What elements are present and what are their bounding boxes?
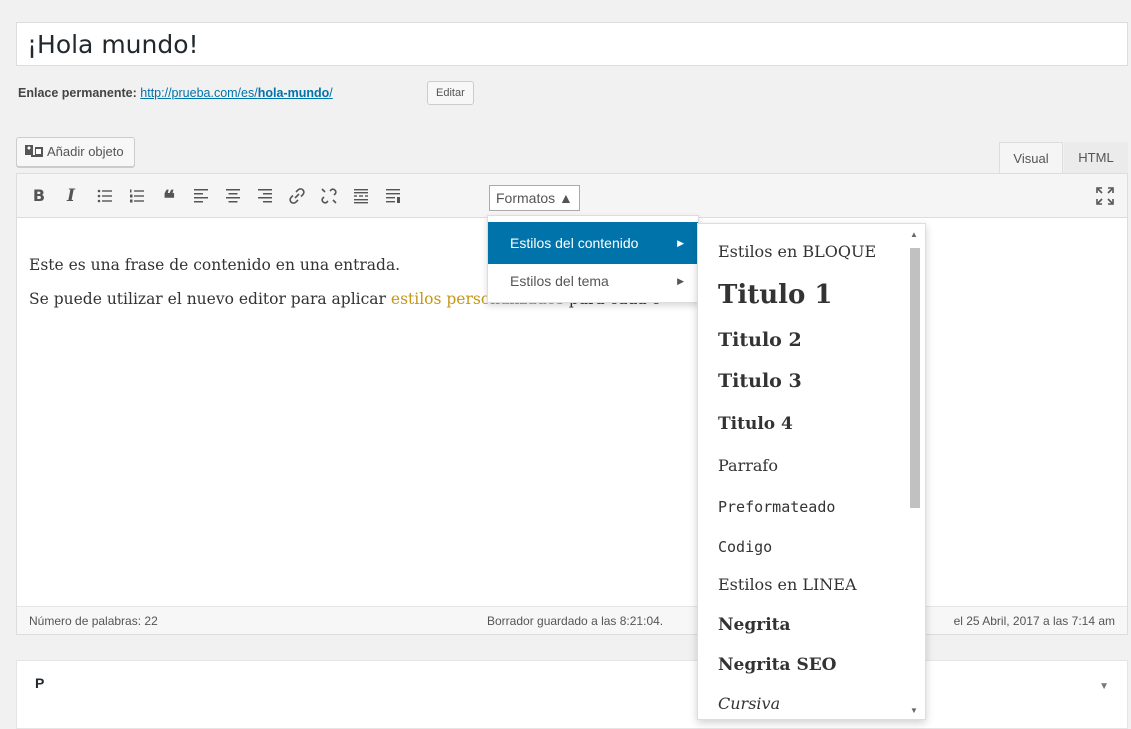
submenu-item-block-styles[interactable]: Estilos en BLOQUE [718, 242, 876, 261]
p2-start: Se puede utilizar el nuevo editor para a… [29, 290, 391, 308]
menu-item-theme-styles[interactable]: Estilos del tema ▶ [488, 260, 698, 302]
numbered-list-icon[interactable] [125, 184, 149, 208]
permalink-label: Enlace permanente: [18, 86, 137, 100]
tab-visual[interactable]: Visual [999, 142, 1063, 174]
formats-dropdown[interactable]: Formatos ▲ [489, 185, 580, 211]
align-center-icon[interactable] [221, 184, 245, 208]
scroll-up-icon[interactable]: ▲ [910, 230, 918, 239]
menu-item-content-styles[interactable]: Estilos del contenido ▶ [488, 222, 698, 264]
add-media-label: Añadir objeto [47, 144, 124, 159]
align-right-icon[interactable] [253, 184, 277, 208]
postbox-title: P [35, 675, 45, 691]
add-media-button[interactable]: Añadir objeto [16, 137, 135, 167]
submenu-item-paragraph[interactable]: Parrafo [718, 456, 778, 475]
menu-item-label: Estilos del contenido [510, 235, 639, 251]
menu-item-label: Estilos del tema [510, 273, 609, 289]
unlink-icon[interactable] [317, 184, 341, 208]
submenu-item-bold[interactable]: Negrita [718, 615, 791, 635]
submenu-arrow-icon: ▶ [677, 276, 684, 286]
postbox: P ▼ [16, 660, 1128, 729]
bold-button[interactable]: B [27, 184, 51, 208]
bullet-list-icon[interactable] [93, 184, 117, 208]
editor-toolbar: B I ❝ Formatos ▲ [17, 174, 1127, 218]
permalink-link[interactable]: http://prueba.com/es/hola-mundo/ [140, 86, 332, 100]
last-edited-status: el 25 Abril, 2017 a las 7:14 am [953, 614, 1115, 628]
scrollbar-thumb[interactable] [910, 248, 920, 508]
permalink-row: Enlace permanente: http://prueba.com/es/… [18, 86, 333, 100]
submenu-item-heading-1[interactable]: Titulo 1 [718, 280, 833, 310]
styles-submenu: Estilos en BLOQUE Titulo 1 Titulo 2 Titu… [697, 223, 926, 720]
formats-menu: Estilos del contenido ▶ Estilos del tema… [487, 215, 699, 303]
submenu-item-preformatted[interactable]: Preformateado [718, 498, 835, 516]
scroll-down-icon[interactable]: ▼ [910, 706, 918, 715]
post-title-text: ¡Hola mundo! [27, 30, 199, 59]
permalink-prefix: http://prueba.com/es/ [140, 86, 258, 100]
submenu-scrollbar[interactable]: ▲ ▼ [906, 226, 922, 719]
submenu-item-code[interactable]: Codigo [718, 538, 772, 556]
submenu-item-bold-seo[interactable]: Negrita SEO [718, 655, 837, 675]
insert-more-icon[interactable] [349, 184, 373, 208]
toolbar-toggle-icon[interactable] [381, 184, 405, 208]
submenu-item-inline-styles[interactable]: Estilos en LINEA [718, 575, 857, 594]
align-left-icon[interactable] [189, 184, 213, 208]
permalink-slug: hola-mundo [257, 86, 330, 100]
media-icon [25, 140, 43, 157]
draft-saved-status: Borrador guardado a las 8:21:04. [487, 614, 664, 628]
permalink-suffix: / [329, 86, 333, 100]
blockquote-icon[interactable]: ❝ [157, 184, 181, 212]
editor-statusbar: Número de palabras: 22 Borrador guardado… [17, 606, 1127, 634]
post-title-input[interactable]: ¡Hola mundo! [16, 22, 1128, 66]
submenu-arrow-icon: ▶ [677, 238, 684, 248]
postbox-toggle-icon[interactable]: ▼ [1099, 681, 1109, 692]
submenu-item-heading-3[interactable]: Titulo 3 [718, 370, 802, 392]
tab-html[interactable]: HTML [1064, 142, 1128, 174]
submenu-item-heading-4[interactable]: Titulo 4 [718, 414, 793, 434]
link-icon[interactable] [285, 184, 309, 208]
submenu-item-italic[interactable]: Cursiva [718, 694, 780, 713]
italic-button[interactable]: I [59, 184, 83, 208]
edit-permalink-button[interactable]: Editar [427, 81, 474, 105]
fullscreen-icon[interactable] [1093, 184, 1117, 208]
word-count: Número de palabras: 22 [29, 614, 158, 628]
submenu-item-heading-2[interactable]: Titulo 2 [718, 329, 802, 351]
